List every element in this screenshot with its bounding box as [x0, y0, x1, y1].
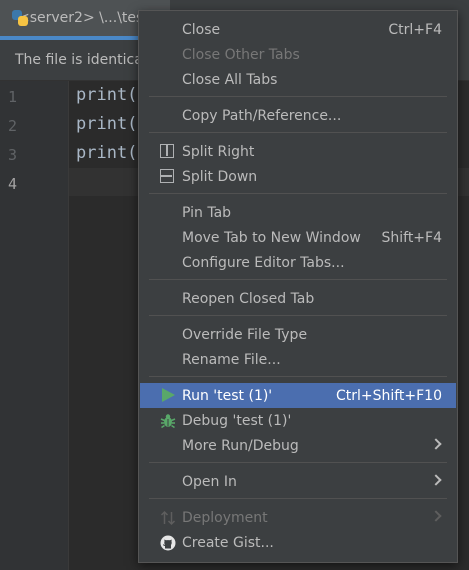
split-down-icon — [160, 169, 174, 183]
menu-item-copy-path[interactable]: Copy Path/Reference... — [140, 103, 456, 128]
code-line[interactable]: print( — [76, 143, 137, 163]
tab-context-menu: Close Ctrl+F4 Close Other Tabs Close All… — [138, 10, 458, 563]
line-number: 2 — [8, 117, 18, 135]
menu-item-close-all-tabs[interactable]: Close All Tabs — [140, 67, 456, 92]
menu-item-label: Rename File... — [182, 351, 281, 368]
menu-item-debug[interactable]: Debug 'test (1)' — [140, 408, 456, 433]
submenu-arrow-icon — [430, 474, 442, 486]
menu-separator — [149, 376, 447, 377]
menu-item-label: Debug 'test (1)' — [182, 412, 292, 429]
menu-item-label: Configure Editor Tabs... — [182, 254, 345, 271]
menu-item-more-run-debug[interactable]: More Run/Debug — [140, 433, 456, 458]
menu-item-label: Open In — [182, 473, 237, 490]
code-line[interactable]: print( — [76, 114, 137, 134]
menu-item-split-down[interactable]: Split Down — [140, 164, 456, 189]
menu-item-move-tab-to-new-window[interactable]: Move Tab to New Window Shift+F4 — [140, 225, 456, 250]
split-right-icon — [160, 144, 174, 158]
menu-item-label: Close Other Tabs — [182, 46, 300, 63]
menu-item-shortcut: Shift+F4 — [381, 229, 442, 246]
menu-item-label: Split Down — [182, 168, 258, 185]
menu-separator — [149, 279, 447, 280]
menu-item-label: Override File Type — [182, 326, 308, 343]
menu-separator — [149, 462, 447, 463]
menu-item-run[interactable]: Run 'test (1)' Ctrl+Shift+F10 — [140, 383, 456, 408]
line-number: 3 — [8, 146, 18, 164]
menu-separator — [149, 498, 447, 499]
menu-separator — [149, 315, 447, 316]
menu-item-label: Move Tab to New Window — [182, 229, 361, 246]
menu-item-label: More Run/Debug — [182, 437, 299, 454]
submenu-arrow-icon — [430, 510, 442, 522]
line-number-current: 4 — [8, 175, 18, 193]
menu-item-configure-editor-tabs[interactable]: Configure Editor Tabs... — [140, 250, 456, 275]
menu-item-label: Split Right — [182, 143, 255, 160]
menu-item-label: Close All Tabs — [182, 71, 278, 88]
line-number-gutter[interactable]: 1 2 3 4 — [0, 81, 69, 570]
menu-item-shortcut: Ctrl+F4 — [388, 21, 442, 38]
menu-item-shortcut: Ctrl+Shift+F10 — [335, 387, 442, 404]
submenu-arrow-icon — [430, 438, 442, 450]
menu-item-label: Deployment — [182, 509, 268, 526]
menu-item-label: Pin Tab — [182, 204, 232, 221]
menu-item-reopen-closed-tab[interactable]: Reopen Closed Tab — [140, 286, 456, 311]
github-icon — [160, 535, 176, 551]
debug-icon — [160, 413, 176, 429]
menu-item-override-file-type[interactable]: Override File Type — [140, 322, 456, 347]
menu-separator — [149, 132, 447, 133]
menu-item-deployment: Deployment — [140, 505, 456, 530]
menu-item-create-gist[interactable]: Create Gist... — [140, 530, 456, 555]
menu-item-open-in[interactable]: Open In — [140, 469, 456, 494]
menu-item-close-other-tabs: Close Other Tabs — [140, 42, 456, 67]
menu-separator — [149, 193, 447, 194]
run-icon — [162, 388, 175, 402]
deployment-icon — [160, 510, 176, 526]
menu-item-label: Reopen Closed Tab — [182, 290, 315, 307]
menu-item-rename-file[interactable]: Rename File... — [140, 347, 456, 372]
menu-item-pin-tab[interactable]: Pin Tab — [140, 200, 456, 225]
menu-item-close[interactable]: Close Ctrl+F4 — [140, 17, 456, 42]
menu-item-label: Run 'test (1)' — [182, 387, 273, 404]
menu-item-label: Copy Path/Reference... — [182, 107, 342, 124]
code-line[interactable]: print( — [76, 85, 137, 105]
menu-separator — [149, 96, 447, 97]
menu-item-label: Close — [182, 21, 221, 38]
menu-item-split-right[interactable]: Split Right — [140, 139, 456, 164]
line-number: 1 — [8, 88, 18, 106]
menu-item-label: Create Gist... — [182, 534, 274, 551]
